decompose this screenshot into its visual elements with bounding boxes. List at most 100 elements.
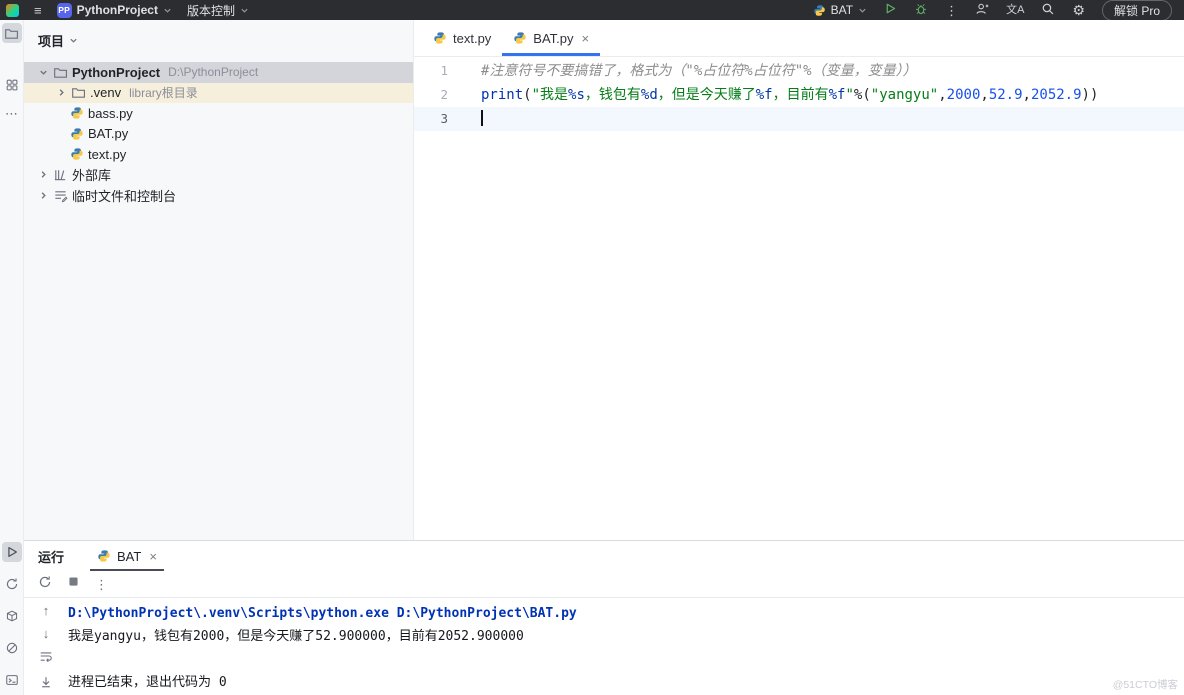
chevron-right-icon[interactable] — [56, 87, 67, 98]
settings-gear-icon[interactable]: ⚙ — [1072, 3, 1085, 17]
project-badge: PP — [57, 3, 72, 18]
run-panel-header: 运行 BAT × — [24, 541, 1184, 571]
soft-wrap-icon[interactable] — [39, 649, 53, 668]
console-output-line: 我是yangyu，钱包有2000，但是今天赚了52.900000，目前有2052… — [68, 625, 1184, 648]
tree-item-bass-py[interactable]: bass.py — [24, 103, 413, 124]
project-name: PythonProject — [77, 3, 158, 17]
chevron-right-icon[interactable] — [38, 190, 49, 201]
search-icon[interactable] — [1041, 2, 1055, 19]
tab-label: text.py — [453, 31, 491, 46]
stop-button[interactable] — [67, 575, 80, 593]
python-file-icon — [97, 549, 111, 563]
tree-item-scratches[interactable]: 临时文件和控制台 — [24, 185, 413, 206]
library-icon — [53, 167, 68, 182]
tree-item-pythonproject[interactable]: PythonProject D:\PythonProject — [24, 62, 413, 83]
code-text — [448, 107, 483, 131]
down-stacktrace-icon[interactable]: ↓ — [43, 626, 50, 642]
translate-icon[interactable]: 文A — [1006, 5, 1024, 16]
console-command-line: D:\PythonProject\.venv\Scripts\python.ex… — [68, 602, 1184, 625]
text-caret — [481, 110, 483, 126]
code-editor[interactable]: 1 #注意符号不要搞错了，格式为（"%占位符%占位符"%（变量，变量）） 2 p… — [414, 57, 1184, 540]
more-tool-windows-icon[interactable]: ⋯ — [2, 103, 22, 123]
code-line: 1 #注意符号不要搞错了，格式为（"%占位符%占位符"%（变量，变量）） — [414, 59, 1184, 83]
scratches-icon — [53, 188, 68, 203]
line-number[interactable]: 2 — [414, 83, 448, 107]
watermark: @51CTO博客 — [1113, 677, 1178, 692]
tree-item-label: bass.py — [88, 106, 133, 121]
folder-icon — [71, 85, 86, 100]
run-tool-icon[interactable] — [2, 542, 22, 562]
console-exit-line: 进程已结束，退出代码为 0 — [68, 671, 1184, 694]
tab-label: BAT.py — [533, 31, 573, 46]
code-with-me-icon[interactable] — [975, 2, 989, 19]
services-tool-icon[interactable] — [2, 574, 22, 594]
packages-tool-icon[interactable] — [2, 606, 22, 626]
line-number[interactable]: 1 — [414, 59, 448, 83]
python-file-icon — [70, 106, 84, 120]
tree-item-external-libraries[interactable]: 外部库 — [24, 165, 413, 186]
tree-item-detail: library根目录 — [129, 84, 198, 101]
run-panel-title: 运行 — [38, 547, 64, 566]
code-line-current: 3 — [414, 107, 1184, 131]
tree-item-detail: D:\PythonProject — [168, 65, 258, 79]
run-config-name: BAT — [831, 3, 853, 17]
rerun-button[interactable] — [38, 575, 52, 594]
editor-area: text.py BAT.py × 1 #注意符号不要搞错了，格式为（"%占位符%… — [414, 20, 1184, 540]
hamburger-menu-icon[interactable]: ≡ — [34, 4, 42, 17]
close-icon[interactable]: × — [582, 31, 590, 46]
chevron-down-icon — [69, 36, 78, 45]
editor-tabs: text.py BAT.py × — [414, 20, 1184, 57]
tree-item-label: 外部库 — [72, 165, 111, 184]
chevron-right-icon[interactable] — [38, 169, 49, 180]
console-gutter: ↑ ↓ — [24, 598, 68, 695]
python-icon — [813, 4, 826, 17]
structure-tool-icon[interactable] — [2, 75, 22, 95]
pycharm-logo-icon[interactable] — [6, 4, 19, 17]
tree-item-label: text.py — [88, 147, 126, 162]
tab-text-py[interactable]: text.py — [422, 20, 502, 56]
tree-item-bat-py[interactable]: BAT.py — [24, 124, 413, 145]
run-button[interactable] — [884, 2, 897, 18]
tab-bat-py[interactable]: BAT.py × — [502, 20, 600, 56]
terminal-tool-icon[interactable] — [2, 670, 22, 690]
project-tool-icon[interactable] — [2, 23, 22, 43]
project-panel-title: 项目 — [38, 31, 64, 50]
tree-item-label: BAT.py — [88, 126, 128, 141]
more-actions-icon[interactable]: ⋮ — [945, 4, 958, 17]
vcs-widget[interactable]: 版本控制 — [187, 2, 249, 19]
run-toolbar: ⋮ — [24, 571, 1184, 598]
project-tree: PythonProject D:\PythonProject .venv lib… — [24, 55, 413, 206]
run-tool-window: 运行 BAT × ⋮ ↑ ↓ D:\ — [24, 540, 1184, 695]
chevron-down-icon — [240, 6, 249, 15]
python-file-icon — [70, 147, 84, 161]
debug-button[interactable] — [914, 2, 928, 19]
project-panel-header[interactable]: 项目 — [24, 20, 413, 55]
close-icon[interactable]: × — [149, 549, 157, 564]
run-config-selector[interactable]: BAT — [813, 3, 867, 17]
line-number[interactable]: 3 — [414, 107, 448, 131]
problems-tool-icon[interactable] — [2, 638, 22, 658]
folder-icon — [53, 65, 68, 80]
titlebar: ≡ PP PythonProject 版本控制 BAT ⋮ 文A ⚙ 解锁 Pr… — [0, 0, 1184, 20]
console-more-icon[interactable]: ⋮ — [95, 578, 108, 591]
python-file-icon — [70, 127, 84, 141]
chevron-down-icon[interactable] — [38, 67, 49, 78]
vcs-label: 版本控制 — [187, 2, 235, 19]
scroll-to-end-icon[interactable] — [39, 675, 53, 694]
tree-item-venv[interactable]: .venv library根目录 — [24, 83, 413, 104]
tree-item-text-py[interactable]: text.py — [24, 144, 413, 165]
console-blank-line — [68, 648, 1184, 671]
chevron-down-icon — [163, 6, 172, 15]
console-output[interactable]: D:\PythonProject\.venv\Scripts\python.ex… — [68, 598, 1184, 695]
run-tab-bat[interactable]: BAT × — [90, 541, 164, 571]
run-console: ↑ ↓ D:\PythonProject\.venv\Scripts\pytho… — [24, 598, 1184, 695]
tree-item-label: .venv — [90, 85, 121, 100]
tree-item-label: PythonProject — [72, 65, 160, 80]
project-widget[interactable]: PP PythonProject — [57, 3, 172, 18]
unlock-pro-button[interactable]: 解锁 Pro — [1102, 0, 1172, 21]
python-file-icon — [513, 31, 527, 45]
project-panel: 项目 PythonProject D:\PythonProject .venv — [24, 20, 414, 540]
tool-window-rail: ⋯ — [0, 20, 24, 695]
up-stacktrace-icon[interactable]: ↑ — [43, 603, 50, 619]
python-file-icon — [433, 31, 447, 45]
